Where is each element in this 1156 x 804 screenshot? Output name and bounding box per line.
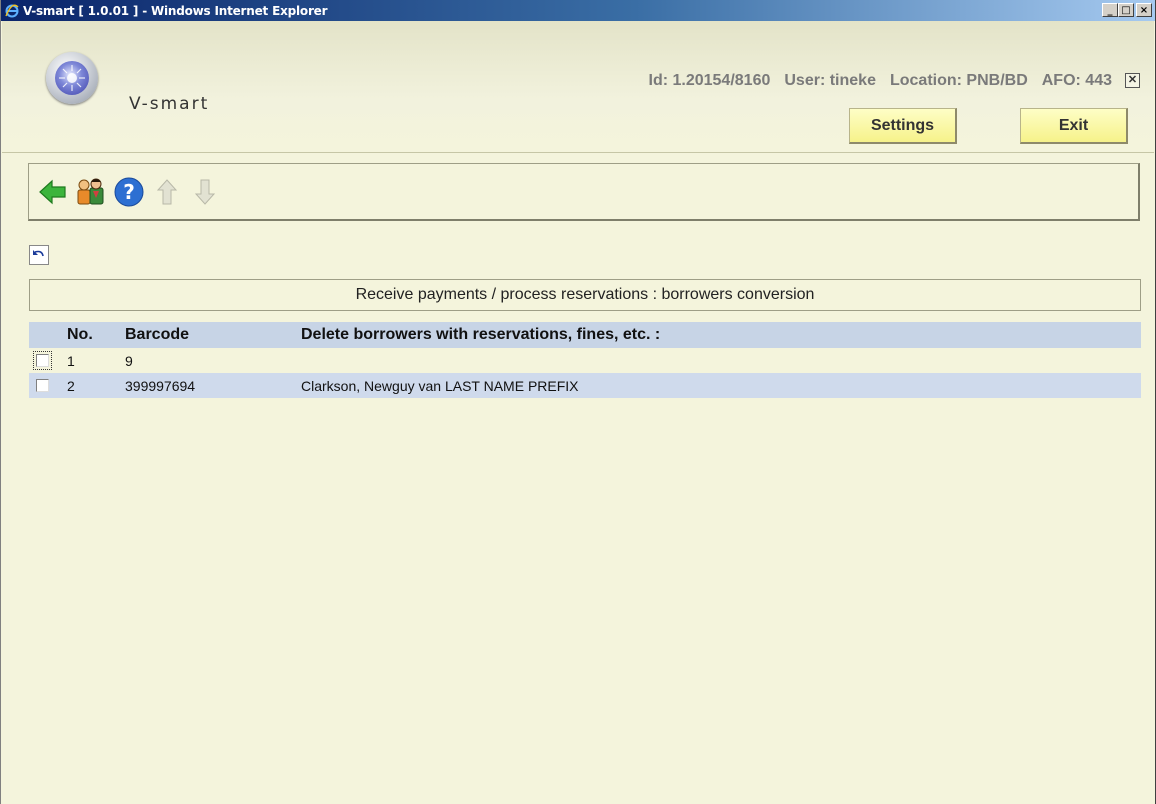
window-controls: _ □ × xyxy=(1102,3,1152,17)
session-user: User: tineke xyxy=(784,72,876,89)
settings-button[interactable]: Settings xyxy=(849,108,957,144)
title-bar: V-smart [ 1.0.01 ] - Windows Internet Ex… xyxy=(1,0,1155,21)
vsmart-logo-icon xyxy=(46,52,98,104)
row-checkbox[interactable] xyxy=(33,351,52,370)
help-icon[interactable]: ? xyxy=(113,176,145,208)
table-row[interactable]: 1 9 xyxy=(29,348,1141,373)
undo-icon[interactable] xyxy=(29,245,49,265)
column-header-name: Delete borrowers with reservations, fine… xyxy=(301,326,661,343)
minimize-button[interactable]: _ xyxy=(1102,3,1118,17)
row-barcode: 399997694 xyxy=(125,377,196,394)
app-header: V-smart Id: 1.20154/8160 User: tineke Lo… xyxy=(2,21,1154,153)
table-row[interactable]: 2 399997694 Clarkson, Newguy van LAST NA… xyxy=(29,373,1141,398)
session-afo: AFO: 443 xyxy=(1041,72,1112,89)
browser-window: V-smart [ 1.0.01 ] - Windows Internet Ex… xyxy=(0,0,1156,804)
svg-text:?: ? xyxy=(123,180,135,204)
session-location: Location: PNB/BD xyxy=(889,72,1028,89)
app-name: V-smart xyxy=(129,94,210,114)
row-name: Clarkson, Newguy van LAST NAME PREFIX xyxy=(301,377,579,394)
window-title: V-smart [ 1.0.01 ] - Windows Internet Ex… xyxy=(23,3,328,18)
down-arrow-icon xyxy=(189,176,221,208)
column-header-barcode: Barcode xyxy=(125,326,190,343)
row-number: 1 xyxy=(67,352,75,369)
maximize-button[interactable]: □ xyxy=(1118,3,1134,17)
back-arrow-icon[interactable] xyxy=(37,176,69,208)
page-title: Receive payments / process reservations … xyxy=(29,279,1141,311)
exit-button[interactable]: Exit xyxy=(1020,108,1128,144)
session-info: Id: 1.20154/8160 User: tineke Location: … xyxy=(649,72,1113,90)
close-window-button[interactable]: × xyxy=(1136,3,1152,17)
row-checkbox[interactable] xyxy=(36,379,49,392)
borrowers-table: No. Barcode Delete borrowers with reserv… xyxy=(29,322,1141,398)
internet-explorer-icon xyxy=(4,3,20,19)
row-barcode: 9 xyxy=(125,352,133,369)
session-id: Id: 1.20154/8160 xyxy=(648,72,771,89)
table-header: No. Barcode Delete borrowers with reserv… xyxy=(29,322,1141,348)
row-number: 2 xyxy=(67,377,75,394)
close-session-icon[interactable]: ✕ xyxy=(1125,73,1140,88)
column-header-no: No. xyxy=(67,326,93,343)
up-arrow-icon xyxy=(151,176,183,208)
borrowers-icon[interactable] xyxy=(75,176,107,208)
toolbar: ? xyxy=(28,163,1140,221)
